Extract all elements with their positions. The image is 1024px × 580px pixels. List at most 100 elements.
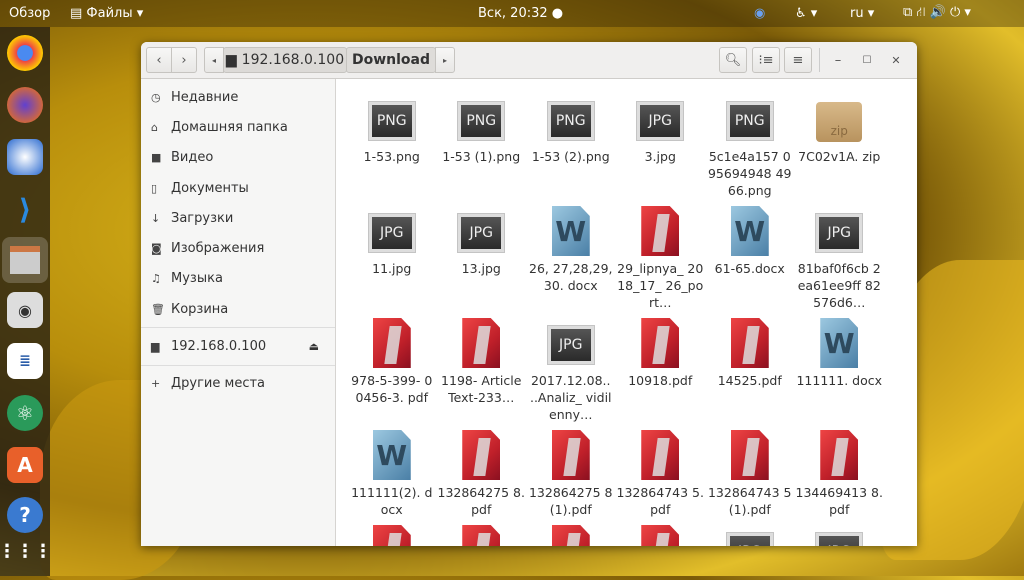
path-segment-server[interactable]: ▆ 192.168.0.100	[223, 47, 347, 73]
path-segment-download[interactable]: Download	[346, 47, 436, 73]
sidebar-item-video[interactable]: ■ Видео	[141, 143, 335, 173]
file-item[interactable]: JPG 2017.12.08.. ..Analiz_ vidilenny…	[526, 318, 616, 423]
file-item[interactable]	[616, 525, 706, 546]
jpg-file-icon: JPG	[725, 525, 774, 546]
sidebar-item-home[interactable]: ⌂ Домашняя папка	[141, 112, 335, 142]
file-item[interactable]: 132864743 5.pdf	[616, 430, 706, 518]
sidebar-item-download[interactable]: ↓ Загрузки	[141, 203, 335, 233]
file-name: 111111. docx	[796, 373, 883, 388]
list-view-icon: ⁝≡	[758, 52, 774, 68]
sidebar-item-plus[interactable]: + Другие места	[141, 369, 335, 399]
file-item[interactable]: 14525.pdf	[705, 318, 795, 423]
file-item[interactable]: W 111111(2). docx	[347, 430, 437, 518]
file-item[interactable]	[347, 525, 437, 546]
accessibility-icon[interactable]: ♿ ▾	[795, 6, 817, 21]
file-item[interactable]: 132864275 8.pdf	[437, 430, 527, 518]
sidebar-item-trash[interactable]: 🗑 Корзина	[141, 294, 335, 324]
file-item[interactable]: W 61-65.docx	[705, 206, 795, 311]
search-icon: 🔍︎	[724, 52, 742, 68]
file-item[interactable]: JPG 3.jpg	[616, 94, 706, 199]
vscode-icon[interactable]: ⟩	[7, 191, 43, 227]
eject-icon[interactable]: ⏏	[309, 340, 319, 353]
file-item[interactable]: JPG	[795, 525, 885, 546]
file-item[interactable]: zip 7C02v1A. zip	[795, 94, 885, 199]
jpg-file-icon: JPG	[636, 94, 685, 144]
help-icon[interactable]: ?	[7, 497, 43, 533]
file-item[interactable]: 29_lipnya_ 2018_17_ 26_port…	[616, 206, 706, 311]
file-item[interactable]: PNG 1-53 (2).png	[526, 94, 616, 199]
file-item[interactable]: PNG 5c1e4a157 095694948 4966.png	[705, 94, 795, 199]
file-name: 1-53 (1).png	[442, 149, 521, 164]
clock[interactable]: Вск, 20:32 ●	[478, 6, 563, 21]
file-item[interactable]: JPG 81baf0f6cb 2ea61ee9ff 82576d6…	[795, 206, 885, 311]
file-name: 132864743 5.pdf	[616, 485, 704, 517]
file-item[interactable]: W 26, 27,28,29,30. docx	[526, 206, 616, 311]
system-status-icons[interactable]: ⧉ ⛙ 🔊 ⏻ ▾	[903, 5, 971, 22]
sidebar-item-document[interactable]: ▯ Документы	[141, 173, 335, 203]
file-item[interactable]: 132864743 5 (1).pdf	[705, 430, 795, 518]
overview-button[interactable]: Обзор	[9, 6, 50, 21]
file-item[interactable]: PNG 1-53.png	[347, 94, 437, 199]
pdf-file-icon	[457, 525, 505, 546]
plus-icon: +	[151, 377, 161, 391]
file-name: 29_lipnya_ 2018_17_ 26_port…	[617, 261, 704, 310]
file-name: 1-53.png	[363, 149, 420, 164]
sidebar-item-network-drive[interactable]: ▆ 192.168.0.100 ⏏	[141, 331, 335, 361]
file-name: 14525.pdf	[717, 373, 782, 388]
firefox-icon[interactable]	[7, 87, 43, 123]
pdf-file-icon	[457, 318, 505, 368]
video-icon: ■	[151, 151, 162, 165]
file-item[interactable]: 132864275 8 (1).pdf	[526, 430, 616, 518]
file-item[interactable]: 1198- Article Text-233…	[437, 318, 527, 423]
close-button[interactable]: ✕	[884, 47, 908, 73]
menu-button[interactable]: ≡	[784, 47, 812, 73]
back-button[interactable]: ‹	[146, 47, 172, 73]
file-item[interactable]: W 111111. docx	[795, 318, 885, 423]
download-icon: ↓	[151, 211, 161, 225]
file-item[interactable]	[526, 525, 616, 546]
files-app-menu[interactable]: ▤ Файлы ▾	[70, 6, 143, 21]
file-item[interactable]: PNG 1-53 (1).png	[437, 94, 527, 199]
pdf-file-icon	[547, 430, 595, 480]
path-scroll-right[interactable]: ▸	[435, 47, 455, 73]
thunderbird-icon[interactable]	[7, 139, 43, 175]
header-bar: ‹ › ◂ ▆ 192.168.0.100 Download ▸ 🔍︎ ⁝≡ ≡ …	[141, 42, 917, 79]
png-file-icon: PNG	[546, 94, 595, 144]
sidebar-item-clock[interactable]: ◷ Недавние	[141, 82, 335, 112]
pdf-file-icon	[636, 525, 684, 546]
music-icon: ♫	[151, 272, 161, 286]
forward-button[interactable]: ›	[171, 47, 197, 73]
file-item[interactable]: 10918.pdf	[616, 318, 706, 423]
rhythmbox-icon[interactable]: ◉	[7, 292, 43, 328]
maximize-button[interactable]: ☐	[855, 47, 879, 73]
sidebar-item-label: Изображения	[171, 241, 265, 257]
jpg-file-icon: JPG	[367, 206, 416, 256]
sidebar-divider	[141, 327, 335, 329]
file-item[interactable]: 134469413 8.pdf	[795, 430, 885, 518]
files-icon[interactable]	[2, 237, 48, 283]
file-item[interactable]: JPG	[705, 525, 795, 546]
chrome-indicator-icon[interactable]: ◉	[754, 6, 765, 21]
sidebar-item-music[interactable]: ♫ Музыка	[141, 264, 335, 294]
file-item[interactable]: JPG 13.jpg	[437, 206, 527, 311]
sidebar-item-camera[interactable]: ◙ Изображения	[141, 233, 335, 263]
path-scroll-left[interactable]: ◂	[204, 47, 224, 73]
libreoffice-writer-icon[interactable]: ≣	[7, 343, 43, 379]
view-toggle-button[interactable]: ⁝≡	[752, 47, 780, 73]
file-item[interactable]: JPG 11.jpg	[347, 206, 437, 311]
software-center-icon[interactable]: A	[7, 447, 43, 483]
file-name: 81baf0f6cb 2ea61ee9ff 82576d6…	[797, 261, 881, 310]
png-file-icon: PNG	[367, 94, 416, 144]
trash-icon: 🗑	[151, 302, 165, 316]
file-manager-window: ‹ › ◂ ▆ 192.168.0.100 Download ▸ 🔍︎ ⁝≡ ≡ …	[141, 42, 917, 546]
file-name: 2017.12.08.. ..Analiz_ vidilenny…	[529, 373, 612, 422]
minimize-button[interactable]: –	[826, 47, 850, 73]
language-selector[interactable]: ru ▾	[850, 6, 874, 21]
sidebar-item-label: Недавние	[171, 89, 239, 105]
show-apps-icon[interactable]: ⋮⋮⋮	[0, 533, 52, 569]
search-button[interactable]: 🔍︎	[719, 47, 747, 73]
file-item[interactable]: 978-5-399- 00456-3. pdf	[347, 318, 437, 423]
file-item[interactable]	[437, 525, 527, 546]
chrome-icon[interactable]	[7, 35, 43, 71]
atom-icon[interactable]: ⚛	[7, 395, 43, 431]
